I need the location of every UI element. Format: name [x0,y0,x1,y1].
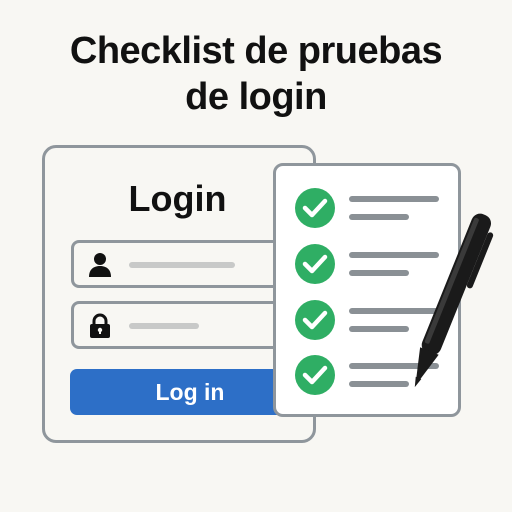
check-circle-icon [295,355,335,395]
page-title: Checklist de pruebas de login [0,28,512,120]
username-placeholder-line [129,262,235,268]
user-icon [89,253,111,277]
pen-icon [414,213,494,388]
check-circle-icon [295,300,335,340]
title-line-1: Checklist de pruebas [69,30,443,72]
password-placeholder-line [129,323,199,329]
title-line-2: de login [185,76,327,118]
check-circle-icon [295,244,335,284]
login-heading: Login [128,178,227,219]
lock-icon [90,313,110,338]
check-circle-icon [295,188,335,228]
